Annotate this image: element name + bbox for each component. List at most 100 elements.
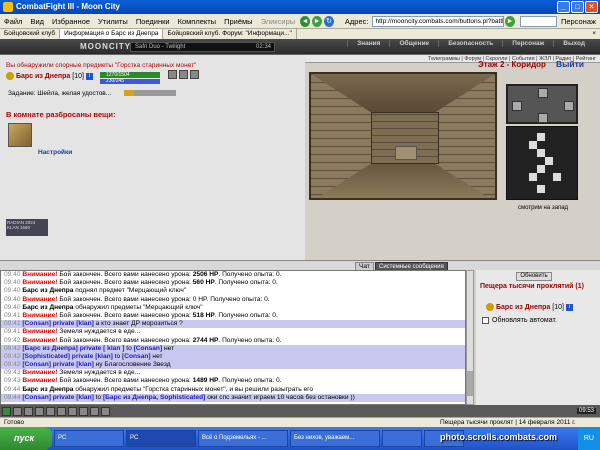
dungeon-view[interactable] bbox=[309, 72, 497, 200]
nav-knowledge[interactable]: Знания bbox=[347, 40, 389, 47]
nav-communication[interactable]: Общение bbox=[389, 40, 438, 47]
toolbar-button[interactable] bbox=[46, 406, 55, 416]
menu-fights[interactable]: Поединки bbox=[132, 17, 174, 26]
chat-private-tag[interactable]: [Consan] private [klan] bbox=[22, 361, 93, 368]
chat-private-tag[interactable]: [Барс из Днепра, Sophisticated] bbox=[103, 394, 205, 401]
arrow-right-icon[interactable] bbox=[564, 101, 574, 111]
watermark: photo.scrolls.combats.com bbox=[440, 432, 558, 442]
chat-text: Бой закончен. Всего вами нанесено урона: bbox=[57, 377, 193, 385]
nav-character[interactable]: Персонаж bbox=[502, 40, 553, 47]
nav-security[interactable]: Безопасность bbox=[438, 40, 502, 47]
smile-icon[interactable] bbox=[2, 406, 11, 416]
player-name[interactable]: Барс из Днепра bbox=[16, 73, 70, 80]
toolbar-button[interactable] bbox=[24, 406, 33, 416]
auto-update[interactable]: Обновлять автомат. bbox=[482, 317, 557, 324]
menu-favorites[interactable]: Избранное bbox=[48, 17, 94, 26]
chest-icon[interactable] bbox=[395, 146, 417, 160]
chat-log[interactable]: 09:40 Внимание! Бой закончен. Всего вами… bbox=[0, 270, 466, 405]
chat-scrollbar[interactable] bbox=[466, 270, 474, 405]
clan-icon bbox=[6, 72, 14, 80]
room-panel: Обновить Пещера тысячи проклятий (1) Бар… bbox=[476, 270, 600, 405]
chat-text: а кто знает ДР морозиться ? bbox=[93, 320, 183, 328]
toolbar-button[interactable] bbox=[90, 406, 99, 416]
arrow-left-icon[interactable] bbox=[512, 101, 522, 111]
chat-text: 2506 HP bbox=[192, 271, 219, 278]
movement-controls bbox=[506, 84, 578, 124]
chat-private-tag[interactable]: [Consan] bbox=[122, 353, 151, 360]
chat-private-tag[interactable]: [Consan] private [klan] bbox=[22, 320, 93, 327]
close-tab-icon[interactable]: × bbox=[588, 29, 600, 39]
chat-warning: Внимание! bbox=[22, 328, 58, 336]
refresh-button[interactable]: Обновить bbox=[516, 272, 552, 281]
chat-line: 09:40 Внимание! Бой закончен. Всего вами… bbox=[1, 296, 465, 304]
address-field[interactable]: http://mooncity.combats.com/buttons.pl?b… bbox=[372, 15, 504, 27]
toolbar-button[interactable] bbox=[57, 406, 66, 416]
coins-item[interactable] bbox=[8, 123, 32, 147]
arrow-up-icon[interactable] bbox=[538, 88, 548, 98]
player-info: Барс из Днепра [10] i bbox=[6, 72, 93, 80]
exit-link[interactable]: Выйти bbox=[556, 59, 584, 69]
menu-utilities[interactable]: Утилиты bbox=[94, 17, 132, 26]
start-button[interactable]: пуск bbox=[0, 427, 52, 450]
toolbar-button[interactable] bbox=[79, 406, 88, 416]
chat-private-tag[interactable]: [Sophisticated] private [klan] bbox=[22, 353, 113, 360]
maximize-button[interactable]: □ bbox=[571, 1, 584, 13]
info-icon[interactable]: i bbox=[85, 72, 93, 80]
menu-sets[interactable]: Комплекты bbox=[174, 17, 221, 26]
left-panel: Вы обнаружили спорные предметы "Горстка … bbox=[0, 55, 305, 260]
room-member[interactable]: Барс из Днепра [10] i bbox=[486, 303, 573, 311]
arrow-down-icon[interactable] bbox=[538, 113, 548, 123]
radio-player[interactable]: Safri Duo - Twilight 02:34 bbox=[130, 42, 275, 52]
chat-time: 09:41 bbox=[4, 320, 23, 328]
nav-exit[interactable]: Выход bbox=[553, 40, 594, 47]
tab-forum[interactable]: Бойцовский клуб. Форум: "Информаци..." bbox=[163, 29, 297, 39]
map-cell bbox=[545, 157, 553, 165]
toolbar-button[interactable] bbox=[101, 406, 110, 416]
menu-techniques[interactable]: Приёмы bbox=[220, 17, 256, 26]
menu-view[interactable]: Вид bbox=[26, 17, 48, 26]
chat-private-tag[interactable]: [Consan] bbox=[134, 345, 163, 352]
go-icon[interactable]: ► bbox=[504, 15, 515, 27]
task-item[interactable]: Всё о Подземельях - ... bbox=[198, 430, 288, 447]
task-item[interactable]: Без нихов, уважаем... bbox=[290, 430, 380, 447]
task-item[interactable] bbox=[382, 430, 422, 447]
person-field[interactable] bbox=[519, 15, 557, 27]
chat-text: Бой закончен. Всего вами нанесено урона: bbox=[57, 271, 193, 278]
task-item[interactable]: PC bbox=[126, 430, 196, 447]
back-icon[interactable]: ◄ bbox=[300, 15, 311, 27]
task-item[interactable]: PC bbox=[54, 430, 124, 447]
browser-tabs: Бойцовский клуб Информация о Барс из Дне… bbox=[0, 28, 600, 39]
chat-text: to bbox=[124, 344, 134, 352]
window-titlebar[interactable]: CombatFight III - Moon City _ □ × bbox=[0, 0, 600, 14]
sub-nav[interactable]: Телеграммы | Форум | Скролли | События |… bbox=[290, 55, 600, 63]
game-header: MOONCITY Safri Duo - Twilight 02:34 Знан… bbox=[0, 39, 600, 55]
forward-icon[interactable]: ► bbox=[312, 15, 322, 27]
map-cell bbox=[537, 185, 545, 193]
refresh-icon[interactable]: ↻ bbox=[323, 15, 334, 27]
chat-time: 09:44 bbox=[4, 385, 23, 393]
toolbar-button[interactable] bbox=[35, 406, 44, 416]
chat-private-tag[interactable]: [Consan] private [klan] bbox=[22, 394, 93, 401]
menu-file[interactable]: Файл bbox=[0, 17, 26, 26]
chat-line: 09:41 Внимание! Земеля нуждается в еде..… bbox=[1, 328, 465, 336]
tab-info[interactable]: Информация о Барс из Днепра bbox=[60, 29, 164, 39]
toolbar-button[interactable] bbox=[13, 406, 22, 416]
info-icon[interactable]: i bbox=[565, 303, 573, 311]
chat-text: поднял предмет "Мерцающий ключ" bbox=[73, 287, 187, 295]
member-name[interactable]: Барс из Днепра bbox=[496, 304, 550, 311]
close-button[interactable]: × bbox=[585, 1, 598, 13]
scroll-thumb[interactable] bbox=[467, 371, 473, 396]
chat-text: обнаружил предметы "Горстка старинных мо… bbox=[73, 385, 314, 393]
tab-club[interactable]: Бойцовский клуб bbox=[0, 29, 61, 39]
toolbar-button[interactable] bbox=[68, 406, 77, 416]
menu-elixirs[interactable]: Эликсиры bbox=[257, 17, 300, 26]
minimap bbox=[506, 126, 578, 200]
status-bar: Готово Пещера тысячи проклят | 14 феврал… bbox=[0, 417, 600, 427]
chat-private-tag[interactable]: [Барс из Днепра] private [ klan ] bbox=[22, 345, 124, 352]
chat-time: 09:41 bbox=[4, 328, 23, 336]
minimize-button[interactable]: _ bbox=[557, 1, 570, 13]
game-logo: MOONCITY bbox=[80, 42, 132, 51]
settings-link[interactable]: Настройки bbox=[38, 149, 72, 156]
system-tray[interactable]: RU bbox=[577, 427, 600, 450]
auto-update-checkbox[interactable] bbox=[482, 317, 489, 324]
